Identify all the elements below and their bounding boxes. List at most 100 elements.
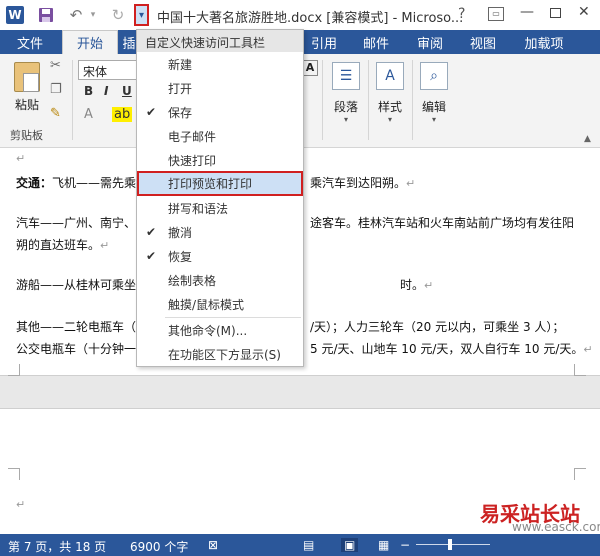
font-name-box[interactable]: 宋体 <box>78 60 138 80</box>
customize-qat-button[interactable]: ▾ <box>134 4 149 26</box>
group-separator <box>368 60 369 140</box>
menu-title: 自定义快速访问工具栏 <box>137 30 303 52</box>
watermark-url: www.easck.com <box>512 520 600 534</box>
doc-text: 时。 <box>400 278 425 292</box>
text-effects-icon[interactable]: A <box>84 107 93 122</box>
paragraph-mark: ↵ <box>406 177 416 190</box>
menu-item-label: 撤消 <box>168 225 193 240</box>
page-corner-mark <box>574 364 586 376</box>
menu-item-draw-table[interactable]: 绘制表格 <box>137 268 303 292</box>
menu-item-label: 其他命令(M)... <box>168 323 248 338</box>
web-layout-icon[interactable]: ▦ <box>378 538 389 552</box>
doc-line-2: 汽车——广州、南宁、 <box>16 216 137 230</box>
doc-line-5: 其他——二轮电瓶车（ <box>16 320 137 334</box>
menu-item-show-below-ribbon[interactable]: 在功能区下方显示(S) <box>137 342 303 366</box>
tab-addins[interactable]: 加载项 <box>518 30 570 54</box>
tab-review[interactable]: 审阅 <box>410 30 450 54</box>
menu-item-touch-mode[interactable]: 触摸/鼠标模式 <box>137 292 303 316</box>
tab-file[interactable]: 文件 <box>0 30 60 54</box>
menu-item-undo[interactable]: ✔ 撤消 <box>137 220 303 244</box>
tab-view[interactable]: 视图 <box>463 30 503 54</box>
zoom-out-icon[interactable]: − <box>400 538 410 552</box>
clipboard-group-label: 剪贴板 <box>10 129 43 142</box>
paragraph-mark: ↵ <box>100 239 110 252</box>
format-painter-icon[interactable]: ✎ <box>50 106 61 121</box>
chevron-down-icon: ▾ <box>138 9 145 21</box>
paragraph-icon: ☰ <box>332 62 360 90</box>
menu-item-print-preview[interactable]: 打印预览和打印 <box>137 171 303 196</box>
editing-button[interactable]: ⌕ 编辑 ▾ <box>414 60 454 130</box>
highlight-icon[interactable]: ab <box>112 107 133 122</box>
group-separator <box>72 60 73 140</box>
maximize-icon[interactable] <box>550 8 561 18</box>
change-case-icon[interactable]: A <box>302 60 318 76</box>
group-separator <box>322 60 323 140</box>
zoom-thumb[interactable] <box>448 539 452 550</box>
tab-home[interactable]: 开始 <box>62 30 118 54</box>
collapse-ribbon-icon[interactable]: ▲ <box>584 134 591 144</box>
underline-button[interactable]: U <box>122 84 132 98</box>
checkmark-icon: ✔ <box>146 225 157 239</box>
checkmark-icon: ✔ <box>146 105 157 119</box>
word-count[interactable]: 6900 个字 <box>130 538 188 555</box>
menu-item-label: 新建 <box>168 57 193 72</box>
qat-customize-menu: 自定义快速访问工具栏 新建 打开 ✔ 保存 电子邮件 快速打印 打印预览和打印 … <box>136 29 304 367</box>
zoom-slider[interactable] <box>416 544 490 545</box>
read-mode-icon[interactable]: ▤ <box>303 538 314 552</box>
redo-icon[interactable]: ↻ <box>108 5 128 25</box>
menu-item-label: 恢复 <box>168 249 193 264</box>
paragraph-mark: ↵ <box>16 152 26 165</box>
undo-icon[interactable]: ↶ <box>66 5 86 25</box>
paragraph-mark: ↵ <box>583 343 593 356</box>
undo-dropdown-icon[interactable]: ▾ <box>88 5 98 25</box>
menu-item-redo[interactable]: ✔ 恢复 <box>137 244 303 268</box>
menu-item-label: 拼写和语法 <box>168 201 229 216</box>
page-top-edge <box>0 408 600 438</box>
tab-insert[interactable]: 插 <box>122 30 136 54</box>
menu-item-save[interactable]: ✔ 保存 <box>137 100 303 124</box>
ribbon-display-icon[interactable]: ▭ <box>488 7 504 21</box>
tab-references[interactable]: 引用 <box>304 30 344 54</box>
save-icon[interactable] <box>36 5 56 25</box>
doc-line-6: 公交电瓶车（十分钟一 <box>16 342 137 356</box>
proofing-icon[interactable]: ⊠ <box>208 538 218 552</box>
italic-button[interactable]: I <box>104 84 108 98</box>
print-layout-icon[interactable]: ▣ <box>341 538 359 552</box>
menu-item-more-commands[interactable]: 其他命令(M)... <box>137 318 303 342</box>
styles-button[interactable]: A 样式 ▾ <box>370 60 410 130</box>
paragraph-mark: ↵ <box>424 279 434 292</box>
page-count[interactable]: 第 7 页，共 18 页 <box>8 538 106 555</box>
menu-item-email[interactable]: 电子邮件 <box>137 124 303 148</box>
menu-item-label: 打印预览和打印 <box>168 177 253 191</box>
help-icon[interactable]: ? <box>458 6 465 22</box>
minimize-icon[interactable]: — <box>520 4 534 20</box>
doc-text: 朔的直达班车。 <box>16 238 101 252</box>
paste-button[interactable]: 粘贴 <box>8 60 46 120</box>
chevron-down-icon: ▾ <box>431 115 436 124</box>
close-icon[interactable]: ✕ <box>578 4 590 20</box>
doc-line-1b: 乘汽车到达阳朔。↵ <box>310 174 415 191</box>
status-bar: 第 7 页，共 18 页 6900 个字 ⊠ ▤ ▣ ▦ − <box>0 534 600 556</box>
styles-label: 样式 <box>377 100 402 114</box>
cut-icon[interactable]: ✂ <box>50 58 61 73</box>
page-break-gap <box>0 362 600 438</box>
menu-item-spelling[interactable]: 拼写和语法 <box>137 196 303 220</box>
doc-line-3: 朔的直达班车。↵ <box>16 236 109 253</box>
copy-icon[interactable]: ❐ <box>50 82 62 97</box>
doc-line-4: 游船——从桂林可乘坐 <box>16 278 137 292</box>
menu-item-label: 触摸/鼠标模式 <box>168 297 245 312</box>
bold-button[interactable]: B <box>84 84 93 98</box>
menu-item-open[interactable]: 打开 <box>137 76 303 100</box>
menu-item-quick-print[interactable]: 快速打印 <box>137 148 303 172</box>
tab-mailings[interactable]: 邮件 <box>356 30 396 54</box>
doc-line-1: 交通：飞机——需先乘 <box>16 174 136 191</box>
menu-item-new[interactable]: 新建 <box>137 52 303 76</box>
menu-item-label: 打开 <box>168 81 193 96</box>
word-logo-icon[interactable]: W <box>6 6 24 24</box>
paragraph-button[interactable]: ☰ 段落 ▾ <box>326 60 366 130</box>
menu-item-label: 在功能区下方显示(S) <box>168 347 281 362</box>
menu-item-label: 保存 <box>168 105 193 120</box>
paragraph-label: 段落 <box>333 100 358 114</box>
doc-line-5b: /天）；人力三轮车（20 元以内，可乘坐 3 人）； <box>310 320 565 334</box>
chevron-down-icon: ▾ <box>387 115 392 124</box>
